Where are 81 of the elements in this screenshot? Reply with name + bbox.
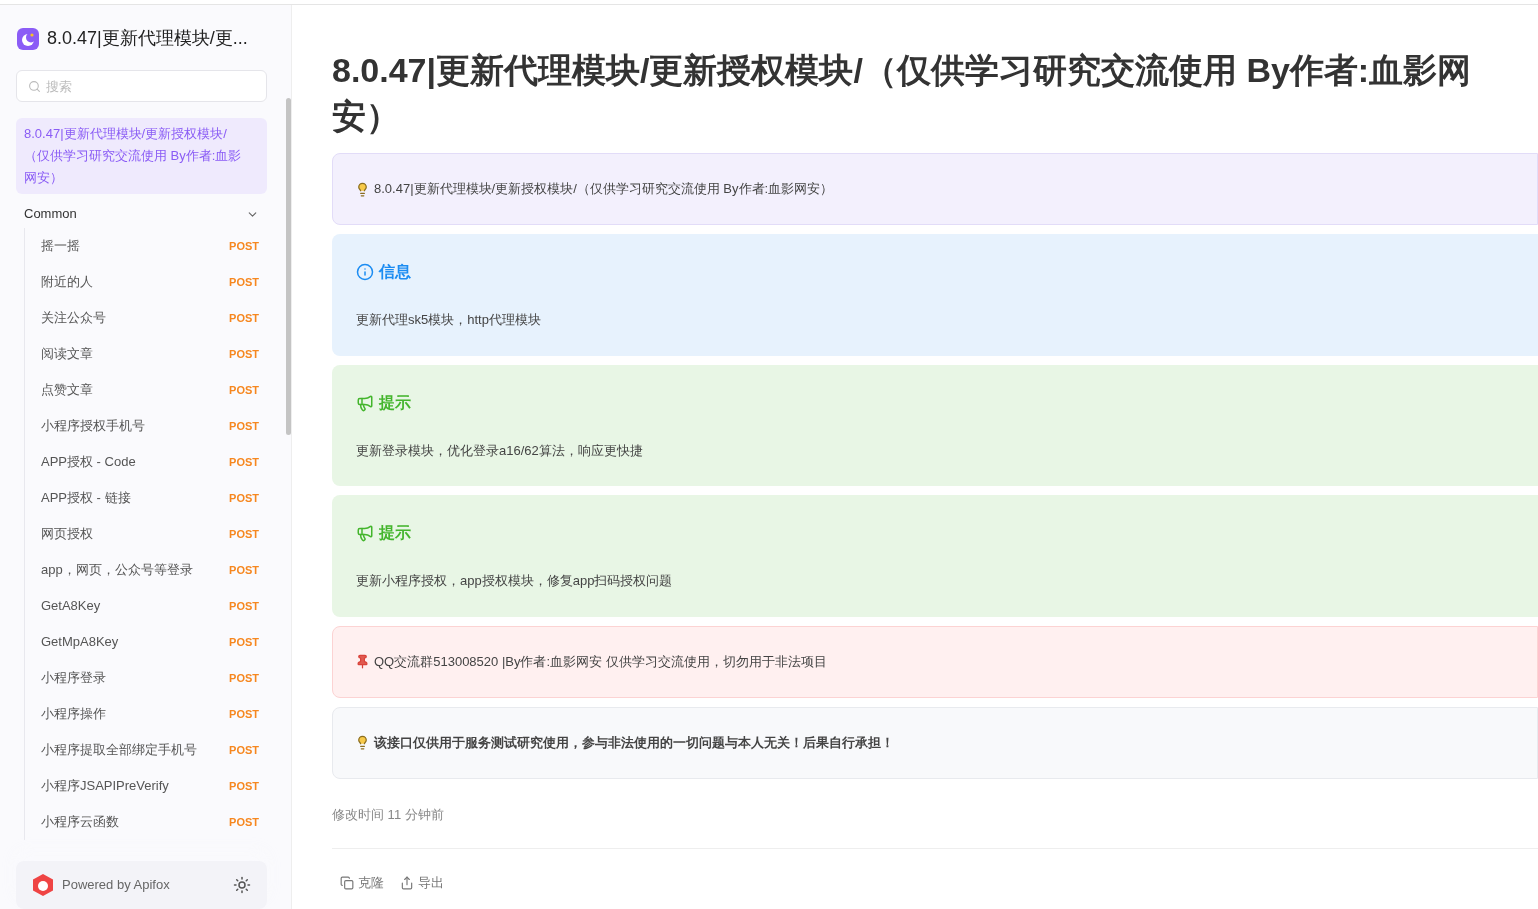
lightbulb-icon	[355, 735, 370, 750]
endpoint-name: 小程序提取全部绑定手机号	[41, 741, 197, 760]
callout-title: 提示	[379, 392, 411, 413]
doc-item[interactable]: 8.0.47|更新代理模块/更新授权模块/（仅供学习研究交流使用 By作者:血影网安）	[16, 118, 267, 194]
endpoint-name: APP授权 - Code	[41, 453, 136, 472]
lightbulb-icon	[355, 181, 370, 197]
endpoint-name: GetA8Key	[41, 597, 101, 616]
sun-icon[interactable]	[233, 876, 251, 894]
endpoint-name: 小程序操作	[41, 705, 106, 724]
callout-title: 提示	[379, 523, 411, 543]
method-label: POST	[229, 490, 259, 506]
endpoint-item[interactable]: 阅读文章 POST	[25, 336, 267, 372]
endpoint-item[interactable]: 关注公众号 POST	[25, 300, 267, 336]
endpoint-item[interactable]: APP授权 - 链接 POST	[25, 480, 267, 516]
method-label: POST	[229, 742, 259, 758]
method-label: POST	[229, 454, 259, 470]
endpoint-name: 附近的人	[41, 273, 93, 292]
endpoint-item[interactable]: 小程序云函数 POST	[25, 804, 267, 840]
callout-text: QQ交流群513008520 |By作者:血影网安 仅供学习交流使用，切勿用于非法项目	[374, 652, 827, 671]
endpoint-name: APP授权 - 链接	[41, 489, 131, 508]
endpoint-item[interactable]: 网页授权 POST	[25, 516, 267, 552]
endpoint-name: 关注公众号	[41, 309, 106, 328]
endpoint-name: 小程序JSAPIPreVerify	[41, 777, 169, 796]
search-icon	[28, 80, 41, 93]
endpoint-name: 点赞文章	[41, 381, 93, 400]
share-icon	[400, 875, 414, 890]
moon-logo-icon	[17, 27, 39, 50]
method-label: POST	[229, 346, 259, 362]
method-label: POST	[229, 238, 259, 254]
endpoint-item[interactable]: 小程序提取全部绑定手机号 POST	[25, 732, 267, 768]
method-label: POST	[229, 562, 259, 578]
endpoint-name: 阅读文章	[41, 345, 93, 364]
group-header[interactable]: Common	[16, 202, 267, 226]
callout-text: 该接口仅供用于服务测试研究使用，参与非法使用的一切问题与本人无关！后果自行承担！	[374, 733, 894, 752]
method-label: POST	[229, 778, 259, 794]
endpoint-item[interactable]: 点赞文章 POST	[25, 372, 267, 408]
endpoint-item[interactable]: 附近的人 POST	[25, 264, 267, 300]
endpoint-name: 摇一摇	[41, 237, 80, 256]
info-icon	[356, 263, 374, 281]
endpoint-item[interactable]: app，网页，公众号等登录 POST	[25, 552, 267, 588]
method-label: POST	[229, 418, 259, 434]
clone-button[interactable]: 克隆	[340, 873, 384, 893]
callout-text: 更新小程序授权，app授权模块，修复app扫码授权问题	[356, 572, 674, 590]
method-label: POST	[229, 706, 259, 722]
method-label: POST	[229, 670, 259, 686]
endpoint-item[interactable]: 小程序授权手机号 POST	[25, 408, 267, 444]
copy-icon	[340, 875, 354, 890]
endpoint-item[interactable]: GetA8Key POST	[25, 588, 267, 624]
callout-text: 8.0.47|更新代理模块/更新授权模块/（仅供学习研究交流使用 By作者:血影网安）	[374, 180, 834, 199]
callout-title: 信息	[379, 262, 411, 282]
method-label: POST	[229, 310, 259, 326]
endpoint-name: 小程序授权手机号	[41, 417, 145, 436]
megaphone-icon	[356, 524, 374, 542]
method-label: POST	[229, 634, 259, 650]
powered-by-text: Powered by Apifox	[62, 876, 170, 895]
endpoint-name: GetMpA8Key	[41, 633, 119, 652]
pin-icon	[355, 654, 370, 669]
endpoint-item[interactable]: 小程序登录 POST	[25, 660, 267, 696]
megaphone-icon	[356, 393, 374, 412]
callout-text: 更新登录模块，优化登录a16/62算法，响应更快捷	[356, 441, 644, 460]
endpoint-name: 小程序云函数	[41, 813, 119, 832]
endpoint-name: 网页授权	[41, 525, 93, 544]
endpoint-item[interactable]: APP授权 - Code POST	[25, 444, 267, 480]
endpoint-item[interactable]: 小程序JSAPIPreVerify POST	[25, 768, 267, 804]
search-field[interactable]: 搜索	[16, 70, 267, 102]
project-title: 8.0.47|更新代理模块/更...	[47, 27, 248, 50]
page-title: 8.0.47|更新代理模块/更新授权模块/（仅供学习研究交流使用 By作者:血影网安）	[332, 50, 1473, 137]
endpoint-name: app，网页，公众号等登录	[41, 561, 193, 580]
method-label: POST	[229, 814, 259, 830]
callout-text: 更新代理sk5模块，http代理模块	[356, 311, 542, 329]
method-label: POST	[229, 382, 259, 398]
export-button[interactable]: 导出	[400, 873, 444, 893]
endpoint-item[interactable]: 小程序操作 POST	[25, 696, 267, 732]
method-label: POST	[229, 274, 259, 290]
endpoint-name: 小程序登录	[41, 669, 106, 688]
endpoint-item[interactable]: 摇一摇 POST	[25, 228, 267, 264]
endpoint-item[interactable]: GetMpA8Key POST	[25, 624, 267, 660]
hexagon-logo-icon	[32, 873, 54, 897]
method-label: POST	[229, 526, 259, 542]
modified-time: 修改时间 11 分钟前	[332, 805, 445, 824]
method-label: POST	[229, 598, 259, 614]
